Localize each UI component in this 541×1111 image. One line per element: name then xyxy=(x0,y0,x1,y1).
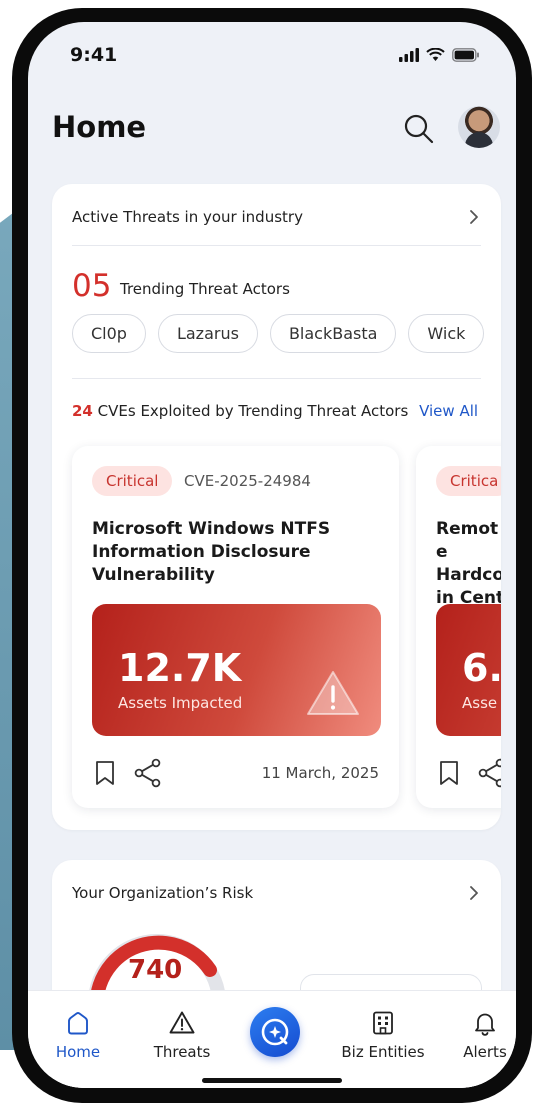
threat-actor-chip[interactable]: Cl0p xyxy=(72,314,146,353)
building-icon xyxy=(373,1011,393,1035)
home-indicator xyxy=(202,1078,342,1083)
share-icon[interactable] xyxy=(134,758,162,788)
status-bar: 9:41 xyxy=(28,22,516,82)
organization-risk-title[interactable]: Your Organization’s Risk xyxy=(72,884,253,902)
chevron-right-icon[interactable] xyxy=(467,884,481,902)
cve-summary-label: CVEs Exploited by Trending Threat Actors xyxy=(97,402,409,420)
nav-label: Biz Entities xyxy=(341,1043,425,1061)
assets-impacted-panel: 6. Asse xyxy=(436,604,501,736)
avatar[interactable] xyxy=(458,106,500,148)
cve-count: 24 xyxy=(72,402,93,420)
search-icon[interactable] xyxy=(402,112,436,146)
page-title: Home xyxy=(52,110,147,144)
assistant-button[interactable] xyxy=(250,1007,300,1057)
nav-alerts[interactable]: Alerts xyxy=(448,1009,516,1061)
cve-title: Remote Hardco in Cent xyxy=(436,519,501,608)
bell-icon xyxy=(475,1013,495,1036)
bottom-nav: Home Threats Biz Entities Alerts xyxy=(28,990,516,1088)
active-threats-card: Active Threats in your industry 05 Trend… xyxy=(52,184,501,830)
divider xyxy=(72,378,481,379)
bookmark-icon[interactable] xyxy=(438,760,460,786)
warning-icon xyxy=(169,1011,195,1034)
cve-title: Microsoft Windows NTFS Information Discl… xyxy=(92,519,331,585)
chevron-right-icon[interactable] xyxy=(467,208,481,226)
nav-label: Home xyxy=(55,1043,101,1061)
severity-badge: Critical xyxy=(92,466,173,496)
app-screen: 9:41 Home Active Threats in your industr… xyxy=(28,22,516,1088)
assets-impacted-label: Assets Impacted xyxy=(118,694,243,712)
risk-score: 740 xyxy=(128,955,183,985)
nav-biz-entities[interactable]: Biz Entities xyxy=(328,1009,438,1061)
cve-card[interactable]: Critical CVE-2025-24984 Microsoft Window… xyxy=(72,446,399,808)
threat-actor-chips: Cl0p Lazarus BlackBasta Wick xyxy=(72,314,485,353)
wifi-icon xyxy=(426,48,445,61)
share-icon[interactable] xyxy=(478,758,501,788)
trending-actors-label: Trending Threat Actors xyxy=(120,280,290,298)
bookmark-icon[interactable] xyxy=(94,760,116,786)
assets-impacted-value: 6. xyxy=(462,646,501,690)
assets-impacted-label: Asse xyxy=(462,694,498,712)
cve-id: CVE-2025-24984 xyxy=(184,472,311,490)
view-all-link[interactable]: View All xyxy=(419,402,478,420)
severity-badge: Critica xyxy=(436,466,501,496)
status-icons xyxy=(399,48,480,62)
assistant-icon xyxy=(261,1018,289,1046)
cve-card[interactable]: Critica Remote Hardco in Cent 6. Asse xyxy=(416,446,501,808)
nav-label: Alerts xyxy=(463,1043,507,1061)
nav-threats[interactable]: Threats xyxy=(142,1009,222,1061)
home-icon xyxy=(68,1012,88,1035)
cve-date: 11 March, 2025 xyxy=(261,764,379,782)
nav-label: Threats xyxy=(153,1043,211,1061)
assets-impacted-value: 12.7K xyxy=(118,646,242,690)
signal-icon xyxy=(399,48,419,62)
phone-frame: 9:41 Home Active Threats in your industr… xyxy=(12,8,532,1103)
active-threats-title[interactable]: Active Threats in your industry xyxy=(72,208,303,226)
cve-summary: 24 CVEs Exploited by Trending Threat Act… xyxy=(72,402,478,420)
threat-actor-chip[interactable]: Lazarus xyxy=(157,314,258,353)
nav-home[interactable]: Home xyxy=(50,1009,106,1061)
warning-triangle-icon xyxy=(307,671,359,715)
assets-impacted-panel: 12.7K Assets Impacted xyxy=(92,604,381,736)
divider xyxy=(72,245,481,246)
battery-icon xyxy=(452,48,479,62)
trending-actors-count: 05 xyxy=(72,268,112,304)
status-time: 9:41 xyxy=(70,44,118,66)
threat-actor-chip[interactable]: BlackBasta xyxy=(269,314,397,353)
threat-actor-chip[interactable]: Wick xyxy=(408,314,485,353)
